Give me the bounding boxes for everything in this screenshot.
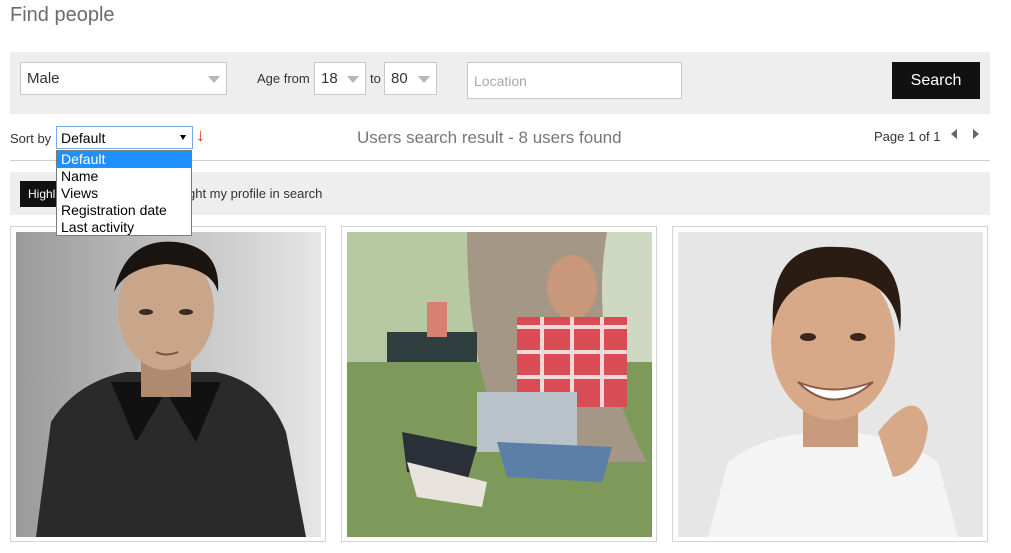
profile-photo-man-smiling-icon [678,232,983,537]
location-input[interactable] [467,62,682,99]
previous-page-icon[interactable] [951,129,957,139]
profile-photo-man-laptop-tree-icon [347,232,652,537]
age-to-value: 80 [391,70,408,87]
user-card[interactable] [341,226,657,542]
profile-photo[interactable] [678,232,983,537]
user-card[interactable] [10,226,326,542]
red-down-arrow-icon: ↓ [196,125,205,145]
age-to-label: to [370,71,381,86]
highlight-text: ght my profile in search [188,186,323,201]
next-page-icon[interactable] [973,129,979,139]
user-card[interactable] [672,226,988,542]
pager-text: Page 1 of 1 [874,129,941,144]
sort-option-last-activity[interactable]: Last activity [57,219,191,236]
dropdown-arrow-icon [180,135,186,140]
sort-option-name[interactable]: Name [57,168,191,185]
sort-dropdown-list: Default Name Views Registration date Las… [56,150,192,236]
sort-option-registration-date[interactable]: Registration date [57,202,191,219]
sort-select[interactable]: Default [56,126,193,149]
age-from-select[interactable]: 18 [314,62,366,95]
profile-photo[interactable] [347,232,652,537]
age-from-label: Age from [257,71,310,86]
search-button[interactable]: Search [892,62,980,99]
search-filter-bar: Male Age from 18 to 80 Search [10,52,990,114]
sort-option-default[interactable]: Default [57,151,191,168]
chevron-down-icon [208,75,220,83]
page-title: Find people [10,4,115,26]
results-summary: Users search result - 8 users found [357,128,622,147]
sort-by-label: Sort by [10,131,52,146]
age-to-select[interactable]: 80 [384,62,437,95]
sort-option-views[interactable]: Views [57,185,191,202]
profile-photo-man-dark-jacket-icon [16,232,321,537]
gender-select-value: Male [27,70,60,87]
gender-select[interactable]: Male [20,62,227,95]
age-from-value: 18 [321,70,338,87]
sort-select-value: Default [61,129,106,146]
profile-photo[interactable] [16,232,321,537]
chevron-down-icon [347,75,359,83]
chevron-down-icon [418,75,430,83]
